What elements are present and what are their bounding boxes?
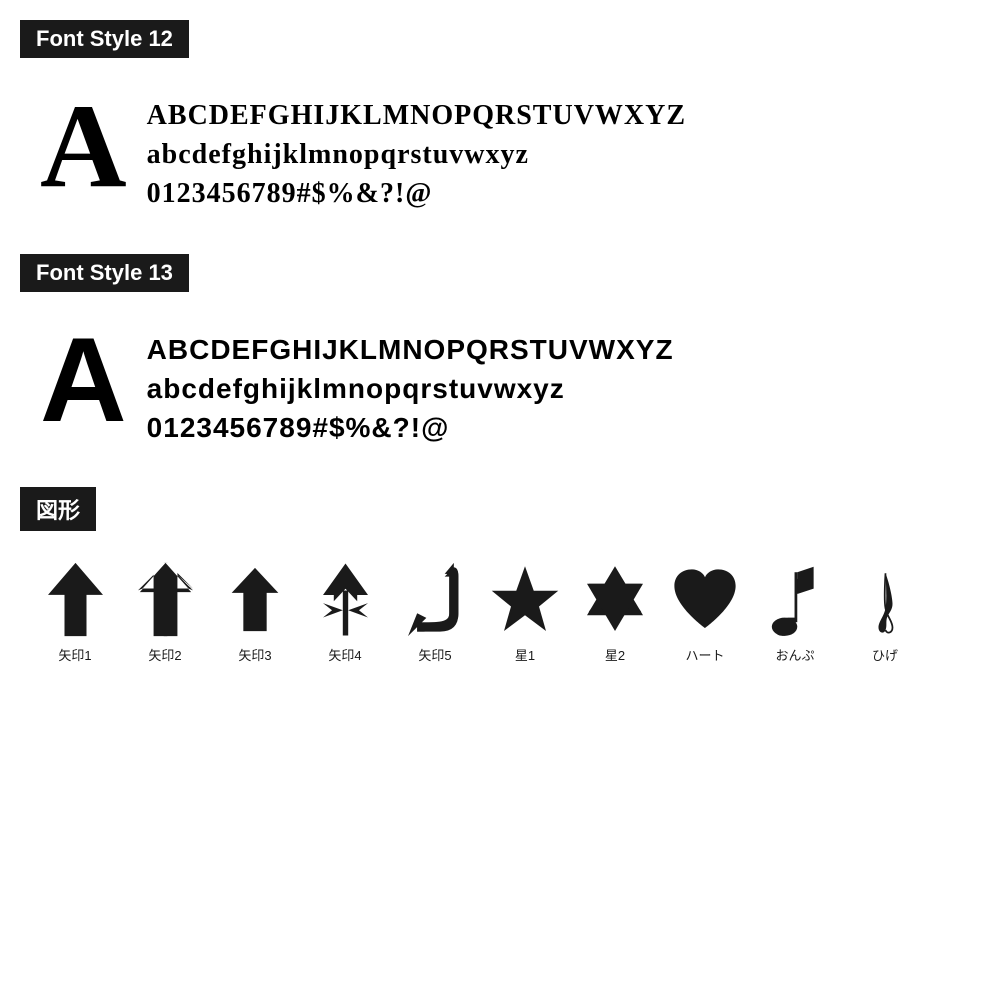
font-style-13-char-lines: ABCDEFGHIJKLMNOPQRSTUVWXYZ abcdefghijklm… <box>147 320 674 448</box>
shape-item-music: おんぷ <box>750 559 840 664</box>
font-style-12-demo: A ABCDEFGHIJKLMNOPQRSTUVWXYZ abcdefghijk… <box>20 76 980 224</box>
arrow5-icon <box>400 559 470 639</box>
shape-item-arrow2: 矢印2 <box>120 559 210 664</box>
arrow5-label: 矢印5 <box>418 645 451 664</box>
shape-item-arrow1: 矢印1 <box>30 559 120 664</box>
font-style-13-uppercase: ABCDEFGHIJKLMNOPQRSTUVWXYZ <box>147 330 674 369</box>
shapes-grid: 矢印1 矢印2 <box>20 549 980 674</box>
font-style-13-numbers: 0123456789#$%&?!@ <box>147 408 674 447</box>
shapes-section: 図形 矢印1 <box>20 487 980 674</box>
arrow2-label: 矢印2 <box>148 645 181 664</box>
arrow2-icon <box>130 559 200 639</box>
font-style-12-uppercase: ABCDEFGHIJKLMNOPQRSTUVWXYZ <box>147 96 686 135</box>
font-style-13-lowercase: abcdefghijklmnopqrstuvwxyz <box>147 369 674 408</box>
mustache-icon <box>850 559 920 639</box>
shape-item-heart: ハート <box>660 559 750 664</box>
music-icon <box>760 559 830 639</box>
arrow1-label: 矢印1 <box>58 645 91 664</box>
mustache-label: ひげ <box>872 645 898 664</box>
star2-icon <box>580 559 650 639</box>
arrow1-icon <box>40 559 110 639</box>
font-style-13-header: Font Style 13 <box>20 254 189 292</box>
heart-label: ハート <box>685 645 724 664</box>
shapes-header: 図形 <box>20 487 96 531</box>
font-style-12-char-lines: ABCDEFGHIJKLMNOPQRSTUVWXYZ abcdefghijklm… <box>147 86 686 214</box>
shape-item-arrow3: 矢印3 <box>210 559 300 664</box>
arrow3-label: 矢印3 <box>238 645 271 664</box>
font-style-12-numbers: 0123456789#$%&?!@ <box>147 174 686 213</box>
heart-icon <box>670 559 740 639</box>
font-style-13-big-letter: A <box>40 320 127 440</box>
font-style-13-demo: A ABCDEFGHIJKLMNOPQRSTUVWXYZ abcdefghijk… <box>20 310 980 458</box>
arrow4-icon <box>310 559 380 639</box>
font-style-12-header: Font Style 12 <box>20 20 189 58</box>
shape-item-mustache: ひげ <box>840 559 930 664</box>
shape-item-arrow5: 矢印5 <box>390 559 480 664</box>
font-style-12-big-letter: A <box>40 86 127 206</box>
star2-label: 星2 <box>605 645 625 664</box>
shape-item-star1: 星1 <box>480 559 570 664</box>
star1-label: 星1 <box>515 645 535 664</box>
font-style-12-lowercase: abcdefghijklmnopqrstuvwxyz <box>147 135 686 174</box>
star1-icon <box>490 559 560 639</box>
font-style-13-section: Font Style 13 A ABCDEFGHIJKLMNOPQRSTUVWX… <box>20 254 980 458</box>
arrow4-label: 矢印4 <box>328 645 361 664</box>
arrow3-icon <box>220 559 290 639</box>
shape-item-star2: 星2 <box>570 559 660 664</box>
music-label: おんぷ <box>775 645 814 664</box>
shape-item-arrow4: 矢印4 <box>300 559 390 664</box>
font-style-12-section: Font Style 12 A ABCDEFGHIJKLMNOPQRSTUVWX… <box>20 20 980 224</box>
